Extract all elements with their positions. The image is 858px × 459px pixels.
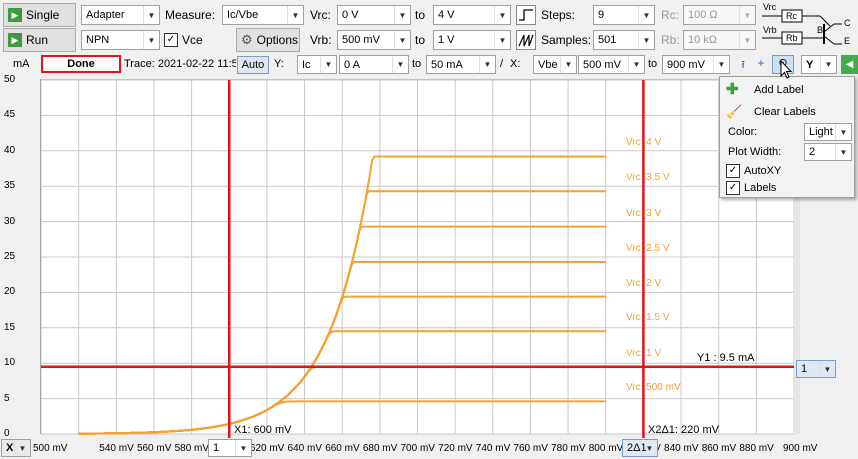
y-cursor-select[interactable]: 1 ▼: [796, 360, 836, 378]
labels-check-icon: ✓: [726, 181, 740, 195]
autoxy-label: AutoXY: [744, 165, 782, 177]
x-tick-label: 880 mV: [739, 443, 774, 454]
x-tick-label: 660 mV: [325, 443, 360, 454]
color-label: Color:: [728, 126, 758, 138]
chevron-down-icon: ▼: [641, 440, 657, 456]
x-tick-label: 680 mV: [362, 443, 398, 454]
broom-icon: 🧹: [726, 104, 743, 119]
plot-options-menu: ✚ Add Label 🧹 Clear Labels Color: Light …: [719, 76, 855, 198]
series-label: Vrc: 500 mV: [626, 382, 681, 394]
plus-icon: ✚: [726, 81, 739, 98]
x-tick-label: 860 mV: [701, 443, 737, 454]
series-label: Vrc: 1 V: [626, 347, 662, 359]
chevron-down-icon: ▼: [14, 440, 30, 456]
x-tick-label: 580 mV: [174, 443, 210, 454]
x-tick-label: 760 mV: [513, 443, 548, 454]
x-tick-label: 620 mV: [249, 443, 285, 454]
chevron-down-icon: ▼: [819, 361, 835, 377]
x-tick-label: 700 mV: [400, 443, 435, 454]
series-label: Vrc: 1.5 V: [626, 312, 670, 324]
plot-width-select-value: 2: [809, 146, 816, 158]
series-label: Vrc: 2 V: [626, 277, 662, 289]
autoxy-check-icon: ✓: [726, 164, 740, 178]
series-label: Vrc: 3 V: [626, 207, 662, 219]
add-label-text: Add Label: [754, 84, 804, 96]
x-tick-label: 740 mV: [475, 443, 511, 454]
y1-cursor-label: Y1 : 9.5 mA: [697, 352, 755, 364]
autoxy-checkbox[interactable]: ✓ AutoXY: [726, 163, 781, 179]
y-tick-label: 30: [4, 215, 16, 227]
labels-label: Labels: [744, 182, 777, 194]
x-tick-label: 800 mV: [588, 443, 624, 454]
plot-canvas[interactable]: [0, 0, 858, 459]
x-axis-selector-value: X: [6, 442, 14, 454]
x-tick-label: 500 mV: [33, 443, 68, 454]
y-tick-label: 40: [4, 144, 16, 156]
plot-width-label: Plot Width:: [728, 146, 782, 158]
x-tick-label: 840 mV: [664, 443, 699, 454]
clear-labels-text: Clear Labels: [754, 106, 816, 118]
y-tick-label: 15: [4, 321, 16, 333]
y-tick-label: 50: [4, 74, 16, 85]
y-tick-label: 25: [4, 251, 16, 262]
y-tick-label: 10: [4, 357, 16, 369]
x-axis-selector[interactable]: X ▼: [1, 439, 31, 457]
x-tick-label: 720 mV: [438, 443, 473, 454]
x-cursor-select[interactable]: 1 ▼: [208, 439, 252, 457]
add-label-menu-item[interactable]: ✚ Add Label: [726, 81, 804, 99]
y-tick-label: 0: [4, 428, 10, 439]
y-tick-label: 20: [4, 286, 16, 298]
clear-labels-menu-item[interactable]: 🧹 Clear Labels: [726, 103, 816, 121]
series-label: Vrc: 3.5 V: [626, 172, 670, 184]
series-label: Vrc: 2.5 V: [626, 242, 670, 254]
x-tick-label: 640 mV: [287, 443, 323, 454]
chevron-down-icon: ▼: [835, 124, 851, 140]
chevron-down-icon: ▼: [835, 144, 851, 160]
y-cursor-select-value: 1: [801, 363, 808, 375]
x2-cursor-label: X2Δ1: 220 mV: [648, 424, 719, 436]
plot-width-select[interactable]: 2 ▼: [804, 143, 852, 161]
y-tick-label: 45: [4, 109, 16, 121]
x1-cursor-label: X1: 600 mV: [234, 424, 292, 436]
x-tick-label: 560 mV: [136, 443, 172, 454]
color-select-value: Light: [809, 126, 833, 138]
series-label: Vrc: 4 V: [626, 137, 662, 149]
x-tick-label: 900 mV: [783, 443, 818, 454]
color-select[interactable]: Light ▼: [804, 123, 852, 141]
x2-cursor-select[interactable]: 2Δ1 ▼: [622, 439, 658, 457]
labels-checkbox[interactable]: ✓ Labels: [726, 180, 776, 196]
x-tick-label: 780 mV: [551, 443, 586, 454]
y-tick-label: 5: [4, 392, 10, 404]
mouse-cursor-icon: [780, 59, 794, 80]
x-tick-label: 540 mV: [99, 443, 134, 454]
y-tick-label: 35: [4, 180, 16, 192]
x-cursor-select-value: 1: [213, 442, 220, 454]
chevron-down-icon: ▼: [235, 440, 251, 456]
